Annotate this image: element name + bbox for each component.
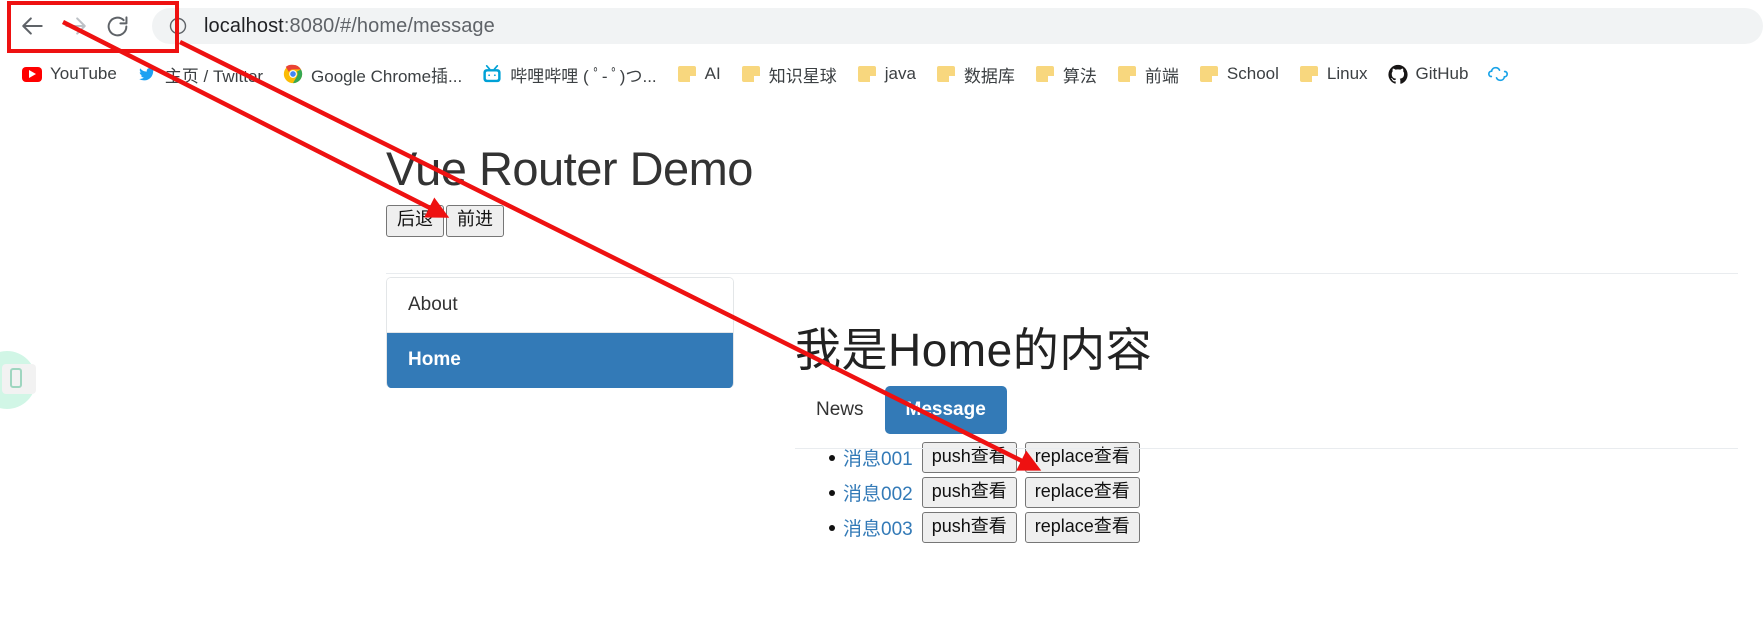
divider — [386, 273, 1738, 274]
github-icon — [1387, 64, 1408, 84]
bookmark-label: 哔哩哔哩 ( ﾟ- ﾟ)つ... — [510, 66, 657, 86]
history-button-group: 后退 前进 — [386, 205, 504, 237]
page-decoration-badge — [10, 368, 22, 388]
browser-toolbar: localhost:8080/#/home/message — [0, 0, 1763, 52]
bookmark-twitter[interactable]: 主页 / Twitter — [129, 57, 271, 91]
forward-history-button[interactable]: 前进 — [446, 205, 504, 237]
browser-window: localhost:8080/#/home/message YouTube 主页… — [0, 0, 1763, 633]
replace-view-button[interactable]: replace查看 — [1024, 441, 1140, 474]
replace-view-button[interactable]: replace查看 — [1024, 511, 1140, 544]
folder-icon — [1299, 64, 1319, 84]
bookmark-cloud[interactable] — [1480, 57, 1524, 91]
url-path: :8080/#/home/message — [283, 14, 495, 37]
cloud-icon — [1488, 64, 1509, 84]
bookmark-folder-zhishixingqiu[interactable]: 知识星球 — [733, 57, 845, 91]
folder-icon — [1199, 64, 1219, 84]
content-divider — [795, 448, 1738, 449]
message-list: 消息001 push查看 replace查看 消息002 push查看 repl… — [797, 440, 1197, 545]
push-view-button[interactable]: push查看 — [921, 476, 1017, 509]
back-history-button[interactable]: 后退 — [386, 205, 444, 237]
address-bar[interactable]: localhost:8080/#/home/message — [152, 8, 1763, 44]
list-item: 消息001 push查看 replace查看 — [797, 440, 1197, 475]
folder-icon — [1117, 64, 1137, 84]
bookmark-label: GitHub — [1415, 64, 1469, 83]
url-host: localhost — [204, 14, 284, 37]
bookmark-label: 算法 — [1062, 66, 1097, 86]
bookmark-label: Google Chrome插... — [311, 66, 463, 86]
page-title: Vue Router Demo — [386, 142, 753, 195]
reload-icon — [105, 14, 130, 39]
message-link[interactable]: 消息003 — [843, 514, 913, 541]
folder-icon — [857, 64, 877, 84]
address-bar-url: localhost:8080/#/home/message — [204, 15, 495, 38]
bilibili-icon — [482, 64, 502, 84]
bookmark-label: AI — [704, 64, 721, 83]
tab-news[interactable]: News — [795, 386, 885, 434]
bookmark-folder-algorithms[interactable]: 算法 — [1027, 57, 1105, 91]
folder-icon — [741, 64, 761, 84]
chrome-icon — [283, 64, 303, 84]
bookmark-label: Linux — [1326, 64, 1368, 83]
content-heading: 我是Home的内容 — [795, 324, 1153, 376]
nav-item-home[interactable]: Home — [387, 333, 733, 388]
arrow-left-icon — [20, 13, 46, 39]
push-view-button[interactable]: push查看 — [921, 511, 1017, 544]
nav-item-about[interactable]: About — [387, 278, 733, 333]
bookmark-folder-database[interactable]: 数据库 — [928, 57, 1023, 91]
list-item: 消息003 push查看 replace查看 — [797, 510, 1197, 545]
bookmark-folder-school[interactable]: School — [1191, 57, 1287, 91]
bookmark-folder-ai[interactable]: AI — [669, 57, 729, 91]
arrow-right-icon — [62, 13, 88, 39]
bookmark-github[interactable]: GitHub — [1380, 57, 1477, 91]
folder-icon — [1035, 64, 1055, 84]
content-tabs: News Message — [795, 386, 1007, 434]
bookmark-label: java — [884, 64, 916, 83]
bookmark-label: 前端 — [1144, 66, 1179, 86]
bookmark-folder-linux[interactable]: Linux — [1291, 57, 1376, 91]
folder-icon — [677, 64, 697, 84]
bookmark-bilibili[interactable]: 哔哩哔哩 ( ﾟ- ﾟ)つ... — [474, 57, 664, 91]
bookmark-label: 知识星球 — [768, 66, 837, 86]
bookmark-folder-java[interactable]: java — [849, 57, 924, 91]
twitter-icon — [137, 64, 157, 84]
list-item: 消息002 push查看 replace查看 — [797, 475, 1197, 510]
bookmark-google-chrome-plugin[interactable]: Google Chrome插... — [275, 57, 470, 91]
bookmark-label: 主页 / Twitter — [164, 66, 264, 86]
bookmark-folder-frontend[interactable]: 前端 — [1109, 57, 1187, 91]
tab-message[interactable]: Message — [884, 386, 1007, 434]
back-button[interactable] — [12, 5, 54, 47]
reload-button[interactable] — [96, 5, 138, 47]
info-circle-icon[interactable] — [168, 16, 188, 36]
message-link[interactable]: 消息002 — [843, 479, 913, 506]
bookmark-label: School — [1226, 64, 1279, 83]
folder-icon — [936, 64, 956, 84]
bookmark-youtube[interactable]: YouTube — [14, 57, 125, 91]
browser-chrome: localhost:8080/#/home/message YouTube 主页… — [0, 0, 1763, 96]
bookmarks-bar: YouTube 主页 / Twitter Google Chrome插... 哔… — [0, 52, 1763, 96]
youtube-icon — [22, 64, 42, 84]
nav-list-group: About Home — [386, 277, 734, 388]
forward-button[interactable] — [54, 5, 96, 47]
bookmark-label: 数据库 — [963, 66, 1015, 86]
push-view-button[interactable]: push查看 — [921, 441, 1017, 474]
bookmark-label: YouTube — [50, 64, 117, 83]
page-viewport: Vue Router Demo 后退 前进 About Home 我是Home的… — [0, 96, 1763, 633]
replace-view-button[interactable]: replace查看 — [1024, 476, 1140, 509]
